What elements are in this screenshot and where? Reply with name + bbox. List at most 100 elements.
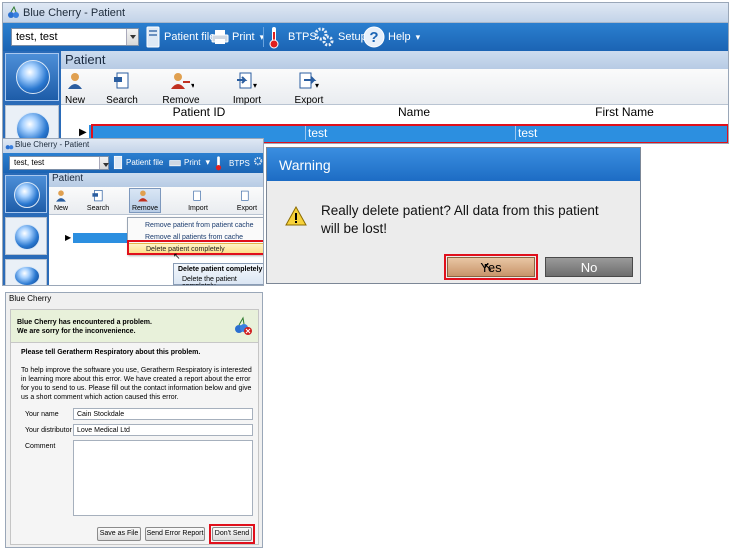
main-toolbar: test, test Patient file Print BTPS Setup… — [3, 23, 728, 51]
context-window: Blue Cherry - Patient test, test Patient… — [2, 138, 264, 286]
gears-icon — [253, 156, 263, 166]
new-patient-icon — [68, 73, 82, 89]
remove-button[interactable]: Remove — [129, 188, 161, 213]
chevron-down-icon[interactable] — [126, 29, 138, 45]
panel-title: Patient — [65, 52, 106, 67]
remove-button[interactable]: ▾ Remove — [161, 71, 201, 106]
highlight-delete-menu-item — [127, 240, 263, 255]
thermometer-icon — [269, 27, 279, 49]
nav-analysis-tile[interactable] — [5, 259, 47, 285]
error-header: Blue Cherry has encountered a problem. W… — [11, 310, 258, 342]
column-header-first-name[interactable]: First Name — [519, 105, 728, 123]
no-button[interactable]: No — [545, 257, 633, 277]
nav-patient-tile[interactable] — [5, 53, 59, 101]
measurement-globe-icon — [14, 224, 40, 250]
remove-label: Remove — [131, 205, 159, 212]
export-button[interactable]: Export — [233, 189, 261, 212]
chevron-down-icon[interactable] — [99, 157, 109, 169]
svg-text:▾: ▾ — [191, 81, 194, 90]
gears-icon — [314, 27, 334, 47]
patient-file-icon — [146, 26, 160, 48]
print-label: Print — [184, 158, 201, 167]
row-pointer-icon: ▶ — [79, 127, 87, 138]
printer-icon — [169, 160, 181, 167]
main-window: Blue Cherry - Patient test, test Patient… — [2, 2, 729, 144]
new-patient-icon — [56, 190, 66, 202]
blue-cherry-app-icon — [8, 6, 19, 18]
name-label: Your name — [25, 411, 59, 418]
setup-button[interactable]: Setup — [313, 26, 367, 48]
nav-patient-tile[interactable] — [5, 175, 47, 213]
menu-item-remove-from-cache[interactable]: Remove patient from patient cache — [128, 220, 263, 231]
distributor-field[interactable]: Love Medical Ltd — [73, 424, 253, 436]
patient-selector-value: test, test — [16, 31, 58, 43]
dialog-title: Warning — [279, 157, 331, 173]
print-button[interactable]: Print — [211, 28, 264, 46]
warning-message: Really delete patient? All data from thi… — [321, 203, 599, 236]
highlight-dont-send-button — [209, 524, 255, 544]
import-label: Import — [188, 205, 208, 212]
export-button[interactable]: ▾ Export — [289, 71, 329, 106]
export-icon — [241, 190, 249, 201]
comment-textarea[interactable] — [73, 440, 253, 516]
error-heading-line2: We are sorry for the inconvenience. — [17, 328, 136, 335]
print-button[interactable]: Print — [169, 157, 210, 168]
warning-icon — [285, 206, 307, 226]
thermometer-icon — [215, 156, 222, 171]
new-button[interactable]: New — [63, 71, 87, 106]
search-button[interactable]: Search — [105, 71, 139, 106]
print-dropdown-icon[interactable] — [203, 157, 210, 168]
toolbar: test, test Patient file Print BTPS — [3, 153, 263, 173]
patient-selector-value: test, test — [14, 158, 45, 167]
new-button[interactable]: New — [51, 189, 71, 212]
distributor-label: Your distributor — [25, 427, 72, 434]
window-title: Blue Cherry - Patient — [23, 7, 126, 19]
patient-globe-icon — [14, 182, 40, 208]
btps-button[interactable]: BTPS — [269, 25, 317, 49]
analysis-globe-icon — [14, 266, 40, 285]
svg-text:▾: ▾ — [253, 81, 257, 90]
name-field[interactable]: Cain Stockdale — [73, 408, 253, 420]
btps-button[interactable]: BTPS — [215, 155, 263, 171]
blue-cherry-app-icon — [5, 145, 14, 150]
patient-selector-combo[interactable]: test, test — [11, 28, 139, 46]
search-document-icon — [92, 190, 103, 202]
send-error-report-button[interactable]: Send Error Report — [145, 527, 205, 541]
navigation-sidebar — [3, 173, 49, 285]
nav-measurement-tile[interactable] — [5, 217, 47, 255]
remove-patient-icon: ▾ — [171, 73, 195, 90]
window-title: Blue Cherry — [9, 294, 52, 303]
patient-selector-combo[interactable]: test, test — [9, 156, 109, 170]
column-header-patient-id[interactable]: Patient ID — [89, 105, 309, 123]
patient-file-label: Patient file — [164, 31, 216, 43]
column-header-name[interactable]: Name — [309, 105, 519, 123]
search-label: Search — [86, 205, 110, 212]
mouse-cursor-icon: ↖ — [173, 251, 181, 261]
export-icon: ▾ — [299, 72, 319, 90]
window-title: Blue Cherry - Patient — [15, 140, 90, 149]
table-row[interactable] — [73, 233, 127, 243]
help-icon: ? — [363, 26, 385, 48]
comment-label: Comment — [25, 443, 56, 450]
patient-globe-icon — [16, 60, 50, 94]
navigation-sidebar — [3, 51, 61, 143]
mouse-cursor-icon: ↖ — [483, 260, 494, 274]
title-bar: Blue Cherry — [6, 293, 262, 307]
cherry-error-icon — [235, 316, 252, 335]
import-button[interactable]: ▾ Import — [229, 71, 265, 106]
svg-text:?: ? — [369, 29, 378, 46]
search-document-icon — [114, 72, 129, 89]
save-as-file-button[interactable]: Save as File — [97, 527, 141, 541]
help-button[interactable]: ? Help — [363, 25, 420, 49]
dialog-header: Warning — [267, 148, 640, 181]
import-button[interactable]: Import — [185, 189, 211, 212]
patient-file-button[interactable]: Patient file — [113, 155, 163, 170]
toolbar-divider — [263, 27, 264, 47]
printer-icon — [211, 30, 229, 44]
panel-header: Patient — [61, 51, 728, 69]
help-label: Help — [388, 31, 411, 43]
remove-patient-icon — [138, 190, 148, 202]
help-dropdown-icon[interactable] — [414, 31, 421, 43]
patient-file-button[interactable]: Patient file — [145, 26, 215, 48]
search-button[interactable]: Search — [85, 189, 111, 212]
